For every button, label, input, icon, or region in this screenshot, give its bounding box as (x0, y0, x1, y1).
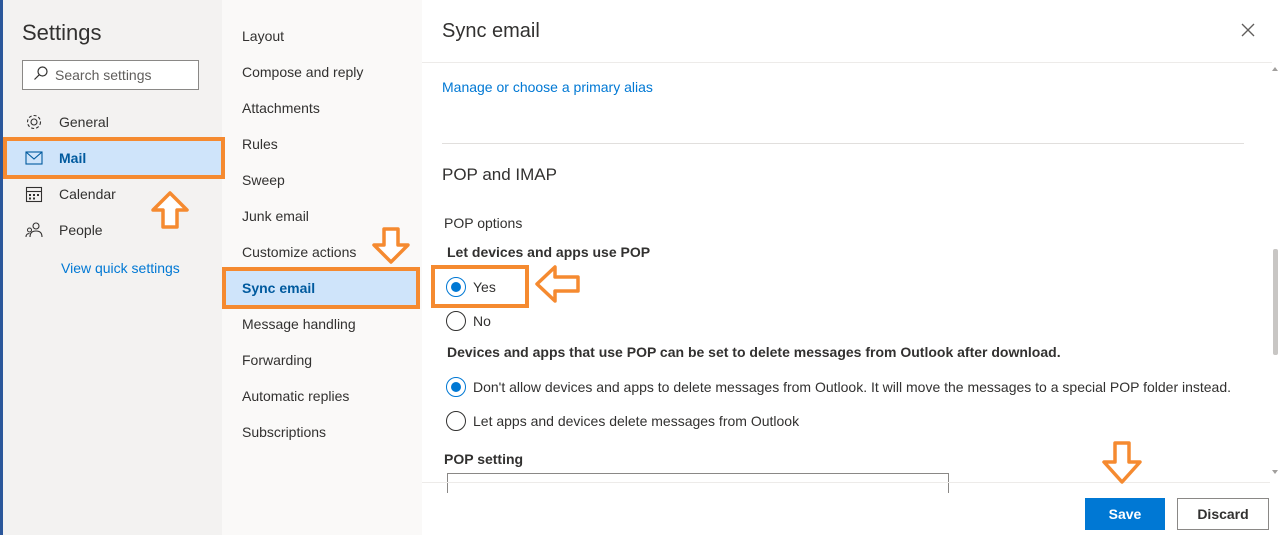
settings-title: Settings (22, 20, 102, 45)
section-attachments[interactable]: Attachments (222, 90, 422, 126)
section-divider (442, 143, 1244, 144)
view-quick-settings-link[interactable]: View quick settings (61, 260, 180, 276)
save-button[interactable]: Save (1085, 498, 1165, 530)
arrow-down-save-icon (1102, 441, 1142, 484)
search-settings-input[interactable]: Search settings (22, 60, 199, 90)
highlight-yes-box (431, 265, 529, 308)
section-layout[interactable]: Layout (222, 18, 422, 54)
section-subscriptions[interactable]: Subscriptions (222, 414, 422, 450)
search-icon (33, 65, 49, 86)
section-forwarding[interactable]: Forwarding (222, 342, 422, 378)
manage-alias-link[interactable]: Manage or choose a primary alias (442, 79, 653, 95)
calendar-icon (24, 185, 44, 203)
pop-no-radio[interactable] (446, 311, 466, 331)
highlight-mail-box (3, 137, 225, 179)
arrow-up-icon (151, 191, 189, 229)
section-rules[interactable]: Rules (222, 126, 422, 162)
discard-button[interactable]: Discard (1177, 498, 1269, 530)
let-pop-label: Let devices and apps use POP (447, 244, 651, 260)
people-icon (24, 221, 44, 239)
dont-allow-delete-radio[interactable] (446, 377, 466, 397)
section-compose-and-reply[interactable]: Compose and reply (222, 54, 422, 90)
scroll-up-icon[interactable] (1272, 67, 1278, 71)
search-placeholder: Search settings (55, 67, 152, 83)
allow-delete-option[interactable]: Let apps and devices delete messages fro… (446, 411, 799, 431)
content-title: Sync email (442, 20, 540, 42)
dont-allow-delete-option[interactable]: Don't allow devices and apps to delete m… (446, 377, 1231, 397)
pop-setting-dropdown[interactable] (447, 473, 949, 493)
section-message-handling[interactable]: Message handling (222, 306, 422, 342)
nav-item-general[interactable]: General (6, 105, 222, 139)
pop-options-label: POP options (444, 215, 523, 231)
arrow-down-icon (372, 227, 410, 264)
section-sweep[interactable]: Sweep (222, 162, 422, 198)
header-divider (422, 62, 1272, 63)
allow-delete-label: Let apps and devices delete messages fro… (473, 413, 800, 429)
nav-label-people: People (59, 222, 103, 238)
settings-nav-pane: Settings Search settings General Mail Ca… (0, 0, 222, 535)
highlight-sync-email-box (222, 267, 420, 309)
scroll-thumb[interactable] (1273, 249, 1278, 355)
nav-label-general: General (59, 114, 109, 130)
gear-icon (24, 113, 44, 131)
arrow-left-icon (535, 265, 580, 303)
window-edge (0, 0, 3, 535)
allow-delete-radio[interactable] (446, 411, 466, 431)
scroll-down-icon[interactable] (1272, 470, 1278, 474)
close-icon[interactable] (1240, 22, 1256, 38)
pop-setting-label: POP setting (444, 451, 524, 467)
section-automatic-replies[interactable]: Automatic replies (222, 378, 422, 414)
dont-allow-delete-label: Don't allow devices and apps to delete m… (473, 379, 1232, 395)
delete-setting-label: Devices and apps that use POP can be set… (447, 344, 1061, 360)
pop-no-option[interactable]: No (446, 311, 491, 331)
pop-imap-heading: POP and IMAP (442, 165, 557, 184)
pop-no-label: No (473, 313, 491, 329)
content-scrollbar[interactable] (1270, 63, 1281, 483)
nav-label-calendar: Calendar (59, 186, 116, 202)
